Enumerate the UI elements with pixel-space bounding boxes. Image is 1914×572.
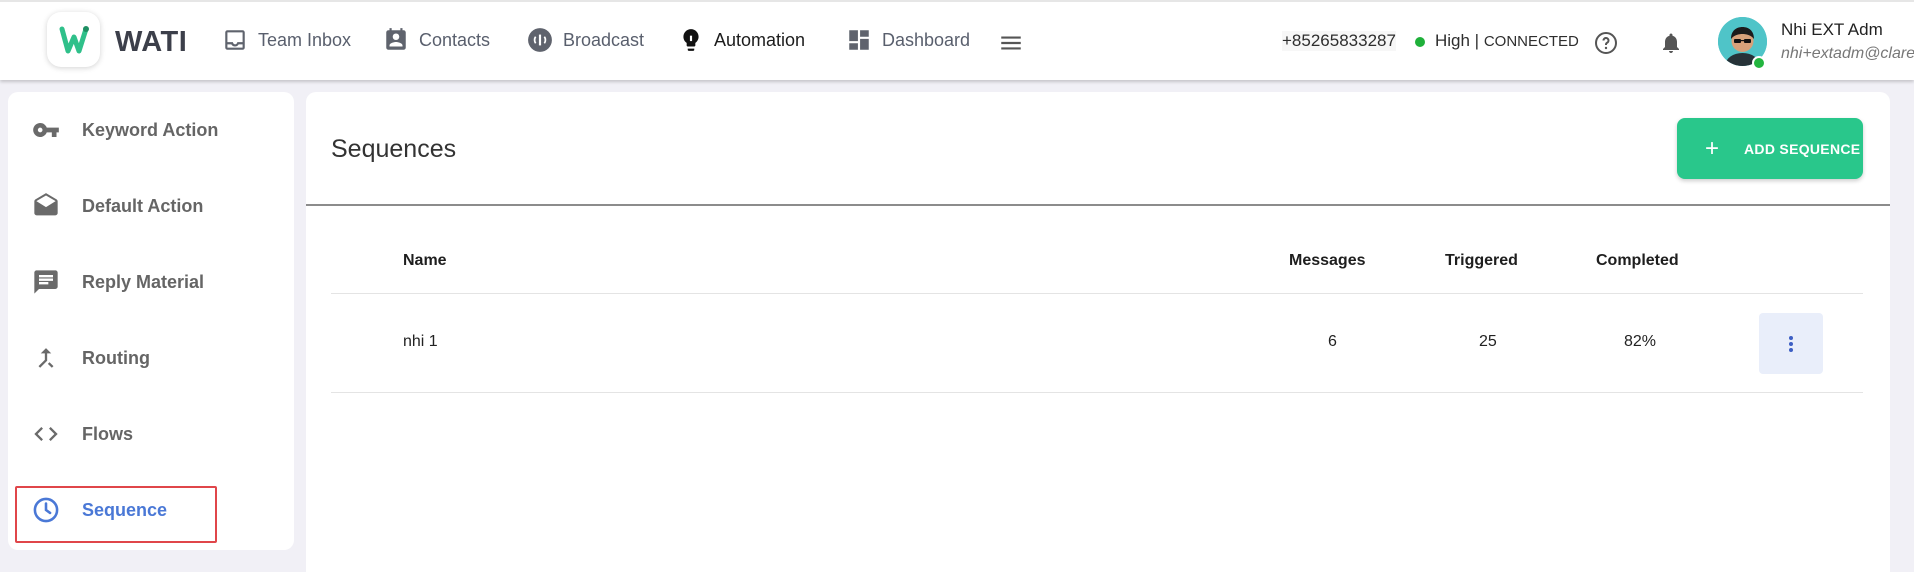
cell-completed: 82%	[1624, 333, 1657, 350]
row-divider	[331, 392, 1863, 393]
add-sequence-button[interactable]: + ADD SEQUENCE	[1677, 118, 1863, 179]
phone-number: +85265833287	[1282, 31, 1396, 51]
sidebar-item-keyword-action[interactable]: Keyword Action	[32, 110, 218, 150]
clock-icon	[33, 497, 59, 523]
nav-dashboard[interactable]: Dashboard	[846, 22, 970, 58]
brand-name: WATI	[115, 26, 188, 58]
sidebar-item-default-action[interactable]: Default Action	[32, 186, 203, 226]
wati-logo-icon	[59, 25, 89, 53]
help-icon[interactable]	[1594, 31, 1618, 55]
dashboard-icon	[849, 30, 869, 50]
connection-label: CONNECTED	[1483, 33, 1579, 50]
nav-automation[interactable]: Automation	[678, 22, 805, 58]
connection-status-dot	[1415, 37, 1425, 47]
key-icon	[33, 123, 59, 137]
nav-contacts[interactable]: Contacts	[383, 22, 490, 58]
sidebar-item-sequence[interactable]: Sequence	[32, 490, 167, 530]
sidebar-item-reply-material[interactable]: Reply Material	[32, 262, 204, 302]
nav-broadcast[interactable]: Broadcast	[527, 22, 644, 58]
sidebar-item-label: Routing	[82, 347, 150, 368]
cell-name: nhi 1	[403, 333, 438, 350]
column-header-name[interactable]: Name	[403, 252, 447, 270]
page-title: Sequences	[331, 135, 457, 163]
cell-messages: 6	[1328, 333, 1337, 350]
nav-dashboard-label: Dashboard	[882, 29, 971, 50]
column-header-messages[interactable]: Messages	[1289, 252, 1366, 270]
merge-icon	[38, 348, 54, 368]
plus-icon: +	[1705, 134, 1720, 162]
title-divider	[306, 204, 1890, 206]
broadcast-icon	[528, 28, 552, 52]
nav-contacts-label: Contacts	[419, 29, 491, 50]
quality-status: High | CONNECTED	[1435, 31, 1579, 51]
sidebar-item-label: Keyword Action	[82, 119, 219, 140]
more-vert-icon	[1789, 335, 1793, 352]
hamburger-menu-icon[interactable]	[998, 30, 1024, 56]
user-name: Nhi EXT Adm	[1781, 20, 1883, 39]
header-divider	[331, 293, 1863, 294]
online-status-dot	[1752, 56, 1766, 70]
quality-label: High |	[1435, 31, 1480, 50]
chat-icon	[34, 270, 58, 294]
nav-team-inbox[interactable]: Team Inbox	[222, 22, 351, 58]
wati-logo[interactable]	[47, 12, 100, 67]
sidebar-item-routing[interactable]: Routing	[32, 338, 150, 378]
inbox-icon	[225, 30, 245, 50]
cell-triggered: 25	[1479, 333, 1497, 350]
add-sequence-label: ADD SEQUENCE	[1744, 140, 1861, 157]
automation-sidebar: Keyword Action Default Action Reply Mate…	[8, 92, 294, 550]
bell-icon[interactable]	[1659, 31, 1683, 55]
sidebar-item-label: Flows	[82, 423, 134, 444]
sidebar-item-label: Default Action	[82, 195, 204, 216]
nav-broadcast-label: Broadcast	[563, 29, 645, 50]
sequences-panel: Sequences + ADD SEQUENCE Name Messages T…	[306, 92, 1890, 572]
nav-automation-label: Automation	[714, 29, 806, 50]
column-header-triggered[interactable]: Triggered	[1445, 252, 1518, 270]
top-navigation-bar: WATI Team Inbox Contacts Broadcast Autom…	[0, 0, 1914, 80]
sidebar-item-label: Reply Material	[82, 271, 205, 292]
sidebar-item-flows[interactable]: Flows	[32, 414, 133, 454]
contacts-icon	[386, 28, 406, 50]
sidebar-item-label: Sequence	[82, 499, 168, 520]
envelope-open-icon	[34, 193, 58, 216]
column-header-completed[interactable]: Completed	[1596, 252, 1679, 270]
user-email: nhi+extadm@clare.	[1781, 45, 1914, 62]
row-actions-button[interactable]	[1759, 313, 1823, 374]
lightbulb-icon	[683, 29, 699, 51]
code-icon	[34, 427, 58, 441]
nav-team-inbox-label: Team Inbox	[258, 29, 352, 50]
